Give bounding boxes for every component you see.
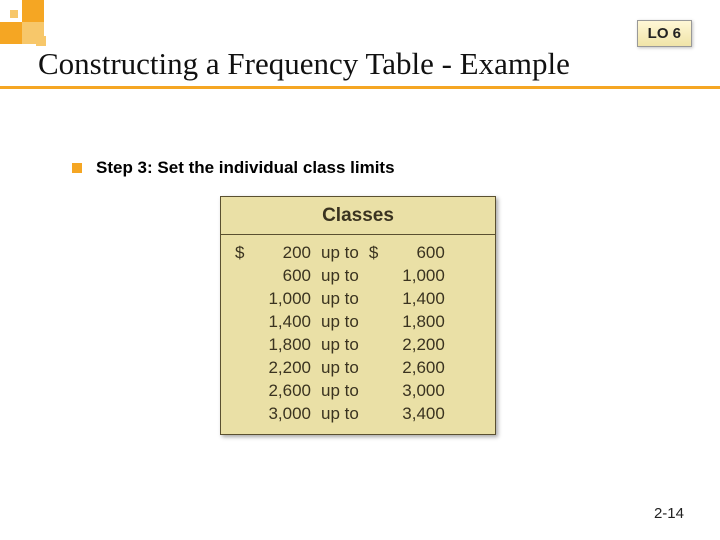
class-lower-limit: 3,000 [253,404,311,424]
class-lower-limit: 1,400 [253,312,311,332]
class-upper-limit: 1,800 [387,312,445,332]
table-row: 600up to 1,000 [235,266,481,286]
class-upper-limit: 1,000 [387,266,445,286]
classes-table: Classes $200up to$600600up to1,0001,000u… [220,196,496,435]
currency-symbol: $ [235,243,253,263]
class-upper-limit: 2,200 [387,335,445,355]
class-upto-label: up to [311,335,369,355]
table-row: 2,600up to 3,000 [235,381,481,401]
class-upto-label: up to [311,358,369,378]
table-row: 1,800up to 2,200 [235,335,481,355]
table-row: 1,000up to 1,400 [235,289,481,309]
class-upto-label: up to [311,243,369,263]
class-lower-limit: 2,200 [253,358,311,378]
class-upper-limit: 1,400 [387,289,445,309]
class-lower-limit: 1,000 [253,289,311,309]
page-title: Constructing a Frequency Table - Example [38,46,690,82]
class-upto-label: up to [311,266,369,286]
class-upper-limit: 2,600 [387,358,445,378]
table-row: $200up to$600 [235,243,481,263]
class-lower-limit: 600 [253,266,311,286]
currency-symbol: $ [369,243,387,263]
class-upto-label: up to [311,312,369,332]
bullet-square-icon [72,163,82,173]
learning-objective-badge: LO 6 [637,20,692,47]
page-number: 2-14 [654,505,684,522]
class-upto-label: up to [311,381,369,401]
class-upper-limit: 600 [387,243,445,263]
step-text: Step 3: Set the individual class limits [96,158,395,178]
class-upto-label: up to [311,289,369,309]
classes-table-body: $200up to$600600up to1,0001,000up to1,40… [221,235,495,434]
class-lower-limit: 200 [253,243,311,263]
class-upto-label: up to [311,404,369,424]
step-bullet-row: Step 3: Set the individual class limits [72,158,395,178]
classes-table-header: Classes [221,197,495,235]
table-row: 2,200up to 2,600 [235,358,481,378]
class-lower-limit: 2,600 [253,381,311,401]
table-row: 3,000up to 3,400 [235,404,481,424]
class-upper-limit: 3,000 [387,381,445,401]
class-lower-limit: 1,800 [253,335,311,355]
title-underline [0,86,720,89]
class-upper-limit: 3,400 [387,404,445,424]
table-row: 1,400up to 1,800 [235,312,481,332]
